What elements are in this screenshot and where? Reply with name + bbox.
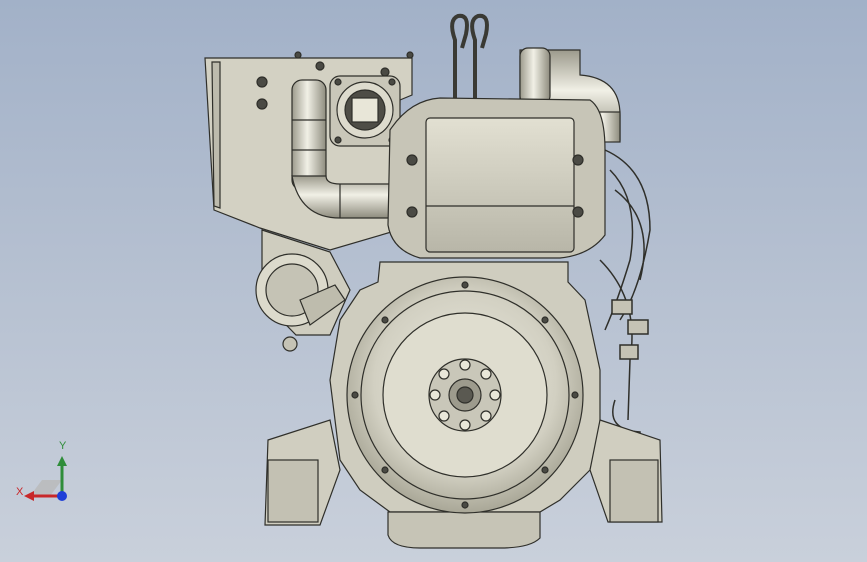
y-axis-label: Y [59,440,67,452]
engine-model[interactable] [0,0,867,562]
left-engine-mount [264,419,341,526]
flywheel [346,276,584,514]
intake-manifold [387,97,606,259]
3d-viewport[interactable]: X Y [0,0,867,562]
x-axis-label: X [16,486,24,498]
right-engine-mount [589,419,663,523]
wiring-harness [599,149,651,450]
oil-pan [387,511,541,549]
